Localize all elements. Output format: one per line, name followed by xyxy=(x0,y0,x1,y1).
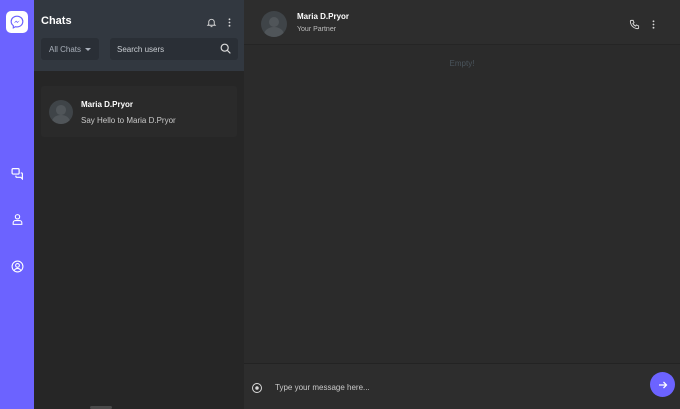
search-input[interactable] xyxy=(110,38,214,60)
bell-icon[interactable] xyxy=(204,15,218,29)
more-vertical-icon[interactable] xyxy=(222,15,236,29)
contact-subtitle: Your Partner xyxy=(297,26,337,33)
add-attachment-icon[interactable] xyxy=(251,381,263,393)
filter-label: All Chats xyxy=(48,44,81,54)
chat-list-panel: Chats All Chats Search users Maria D.Pry… xyxy=(34,0,244,409)
chat-item-name: Maria D.Pryor xyxy=(81,100,134,109)
user-circle-icon[interactable] xyxy=(7,256,27,276)
panel-title: Chats xyxy=(41,15,72,27)
caret-down-icon xyxy=(85,47,91,51)
chat-bubbles-icon[interactable] xyxy=(7,163,27,183)
chat-list-item[interactable]: Maria D.Pryor Say Hello to Maria D.Pryor xyxy=(41,86,237,137)
message-input[interactable] xyxy=(270,376,610,398)
send-button[interactable] xyxy=(650,372,675,397)
chat-item-preview: Say Hello to Maria D.Pryor xyxy=(81,116,176,125)
arrow-right-icon xyxy=(658,381,667,388)
message-composer xyxy=(244,363,680,409)
more-vertical-icon[interactable] xyxy=(647,18,660,31)
chat-list-header: Chats All Chats xyxy=(34,0,244,71)
search-icon[interactable] xyxy=(219,42,232,55)
conversation-header: Maria D.Pryor Your Partner xyxy=(244,0,680,45)
avatar xyxy=(49,100,73,124)
contact-name: Maria D.Pryor xyxy=(297,12,350,21)
empty-state-text: Empty! xyxy=(449,59,475,68)
messenger-logo-icon[interactable] xyxy=(6,11,28,33)
contact-avatar[interactable] xyxy=(261,11,287,37)
search-box xyxy=(110,38,238,60)
people-icon[interactable] xyxy=(7,209,27,229)
chat-filter-dropdown[interactable]: All Chats xyxy=(41,38,99,60)
phone-icon[interactable] xyxy=(628,18,641,31)
nav-rail xyxy=(0,0,34,409)
conversation-panel: Maria D.Pryor Your Partner Empty! xyxy=(244,0,680,409)
